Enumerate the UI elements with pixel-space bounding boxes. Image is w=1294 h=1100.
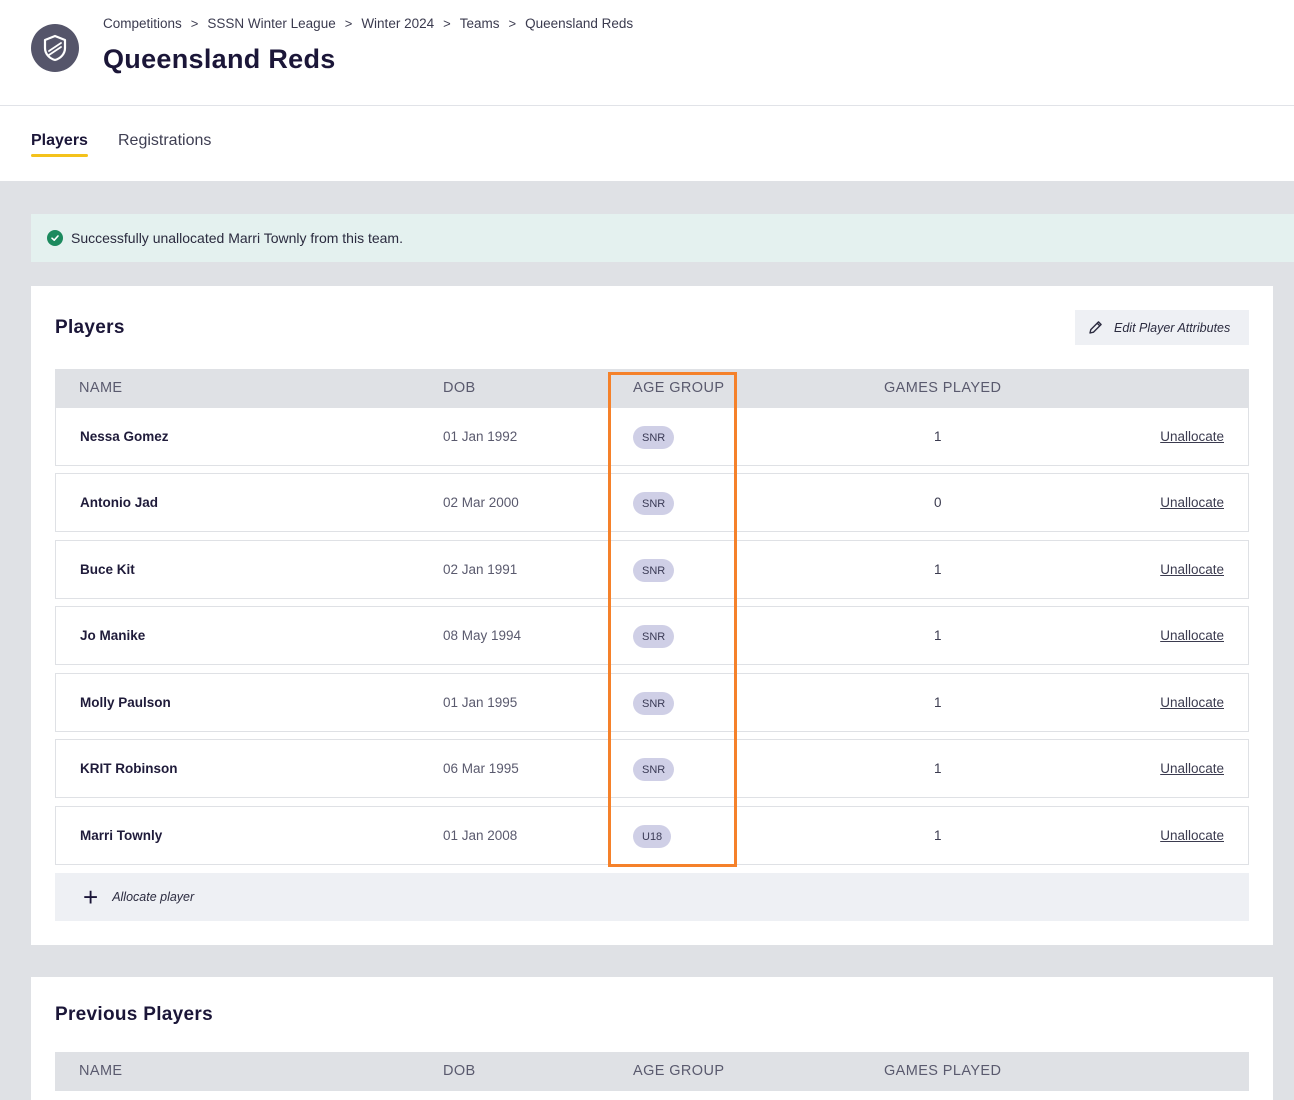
player-name[interactable]: Molly Paulson xyxy=(80,695,171,710)
player-dob: 06 Mar 1995 xyxy=(443,761,519,776)
table-row: KRIT Robinson 06 Mar 1995 SNR 1 Unalloca… xyxy=(55,739,1249,798)
column-header-games-played[interactable]: GAMES PLAYED xyxy=(884,1063,1001,1079)
games-played: 1 xyxy=(934,695,942,710)
previous-players-table-header: NAME DOB AGE GROUP GAMES PLAYED xyxy=(55,1052,1249,1091)
tab-players-label: Players xyxy=(31,132,88,149)
unallocate-link[interactable]: Unallocate xyxy=(1160,628,1224,643)
games-played: 1 xyxy=(934,429,942,444)
alert-message: Successfully unallocated Marri Townly fr… xyxy=(71,230,403,246)
tab-registrations-label: Registrations xyxy=(118,132,212,149)
age-group-badge: U18 xyxy=(633,825,672,848)
games-played: 1 xyxy=(934,562,942,577)
page-title: Queensland Reds xyxy=(103,44,336,74)
games-played: 1 xyxy=(934,761,942,776)
age-group-badge: SNR xyxy=(633,758,675,781)
breadcrumb-separator: > xyxy=(508,16,517,31)
column-header-games-played[interactable]: GAMES PLAYED xyxy=(884,380,1001,396)
table-row: Buce Kit 02 Jan 1991 SNR 1 Unallocate xyxy=(55,540,1249,599)
player-name[interactable]: KRIT Robinson xyxy=(80,761,178,776)
player-dob: 01 Jan 2008 xyxy=(443,828,518,843)
players-table-header: NAME DOB AGE GROUP GAMES PLAYED xyxy=(55,369,1249,408)
player-dob: 01 Jan 1992 xyxy=(443,429,518,444)
breadcrumb: Competitions > SSSN Winter League > Wint… xyxy=(103,16,633,31)
unallocate-link[interactable]: Unallocate xyxy=(1160,562,1224,577)
breadcrumb-teams[interactable]: Teams xyxy=(460,16,500,31)
active-tab-indicator xyxy=(31,154,88,157)
games-played: 1 xyxy=(934,828,942,843)
allocate-player-label: Allocate player xyxy=(112,890,195,904)
column-header-name[interactable]: NAME xyxy=(79,380,123,396)
tab-bar: Players Registrations xyxy=(0,106,1294,181)
player-name[interactable]: Buce Kit xyxy=(80,562,135,577)
pencil-icon xyxy=(1087,319,1104,336)
page-header: Competitions > SSSN Winter League > Wint… xyxy=(0,0,1294,106)
breadcrumb-separator: > xyxy=(190,16,199,31)
games-played: 0 xyxy=(934,495,942,510)
age-group-badge: SNR xyxy=(633,692,675,715)
success-alert: Successfully unallocated Marri Townly fr… xyxy=(31,214,1294,262)
breadcrumb-season[interactable]: Winter 2024 xyxy=(361,16,434,31)
players-card: Players Edit Player Attributes NAME DOB … xyxy=(31,286,1273,945)
table-row: Antonio Jad 02 Mar 2000 SNR 0 Unallocate xyxy=(55,473,1249,532)
column-header-age-group[interactable]: AGE GROUP xyxy=(633,380,724,396)
edit-player-attributes-label: Edit Player Attributes xyxy=(1114,320,1231,335)
column-header-dob[interactable]: DOB xyxy=(443,1063,476,1079)
table-row: Molly Paulson 01 Jan 1995 SNR 1 Unalloca… xyxy=(55,673,1249,732)
unallocate-link[interactable]: Unallocate xyxy=(1160,429,1224,444)
breadcrumb-separator: > xyxy=(344,16,353,31)
table-row: Jo Manike 08 May 1994 SNR 1 Unallocate xyxy=(55,606,1249,665)
team-shield-icon xyxy=(31,24,79,72)
age-group-badge: SNR xyxy=(633,492,675,515)
player-dob: 02 Mar 2000 xyxy=(443,495,519,510)
player-name[interactable]: Jo Manike xyxy=(80,628,145,643)
edit-player-attributes-button[interactable]: Edit Player Attributes xyxy=(1075,310,1249,345)
unallocate-link[interactable]: Unallocate xyxy=(1160,495,1224,510)
players-heading: Players xyxy=(55,317,125,338)
player-dob: 08 May 1994 xyxy=(443,628,522,643)
allocate-player-button[interactable]: + Allocate player xyxy=(55,873,1249,921)
age-group-badge: SNR xyxy=(633,426,675,449)
breadcrumb-current: Queensland Reds xyxy=(525,16,634,31)
tab-registrations[interactable]: Registrations xyxy=(118,132,211,150)
tab-players[interactable]: Players xyxy=(31,132,88,157)
games-played: 1 xyxy=(934,628,942,643)
player-name[interactable]: Antonio Jad xyxy=(80,495,158,510)
breadcrumb-competitions[interactable]: Competitions xyxy=(103,16,182,31)
table-row: Nessa Gomez 01 Jan 1992 SNR 1 Unallocate xyxy=(55,407,1249,466)
unallocate-link[interactable]: Unallocate xyxy=(1160,695,1224,710)
breadcrumb-separator: > xyxy=(443,16,451,31)
previous-players-heading: Previous Players xyxy=(55,1004,213,1025)
column-header-dob[interactable]: DOB xyxy=(443,380,476,396)
column-header-age-group[interactable]: AGE GROUP xyxy=(633,1063,724,1079)
player-dob: 01 Jan 1995 xyxy=(443,695,518,710)
player-name[interactable]: Marri Townly xyxy=(80,828,162,843)
age-group-badge: SNR xyxy=(633,559,675,582)
breadcrumb-league[interactable]: SSSN Winter League xyxy=(207,16,335,31)
age-group-badge: SNR xyxy=(633,625,675,648)
player-dob: 02 Jan 1991 xyxy=(443,562,518,577)
player-name[interactable]: Nessa Gomez xyxy=(80,429,169,444)
plus-icon: + xyxy=(83,882,99,912)
table-row: Marri Townly 01 Jan 2008 U18 1 Unallocat… xyxy=(55,806,1249,865)
unallocate-link[interactable]: Unallocate xyxy=(1160,761,1224,776)
previous-players-card: Previous Players NAME DOB AGE GROUP GAME… xyxy=(31,977,1273,1100)
check-circle-icon xyxy=(47,230,63,246)
unallocate-link[interactable]: Unallocate xyxy=(1160,828,1224,843)
column-header-name[interactable]: NAME xyxy=(79,1063,123,1079)
